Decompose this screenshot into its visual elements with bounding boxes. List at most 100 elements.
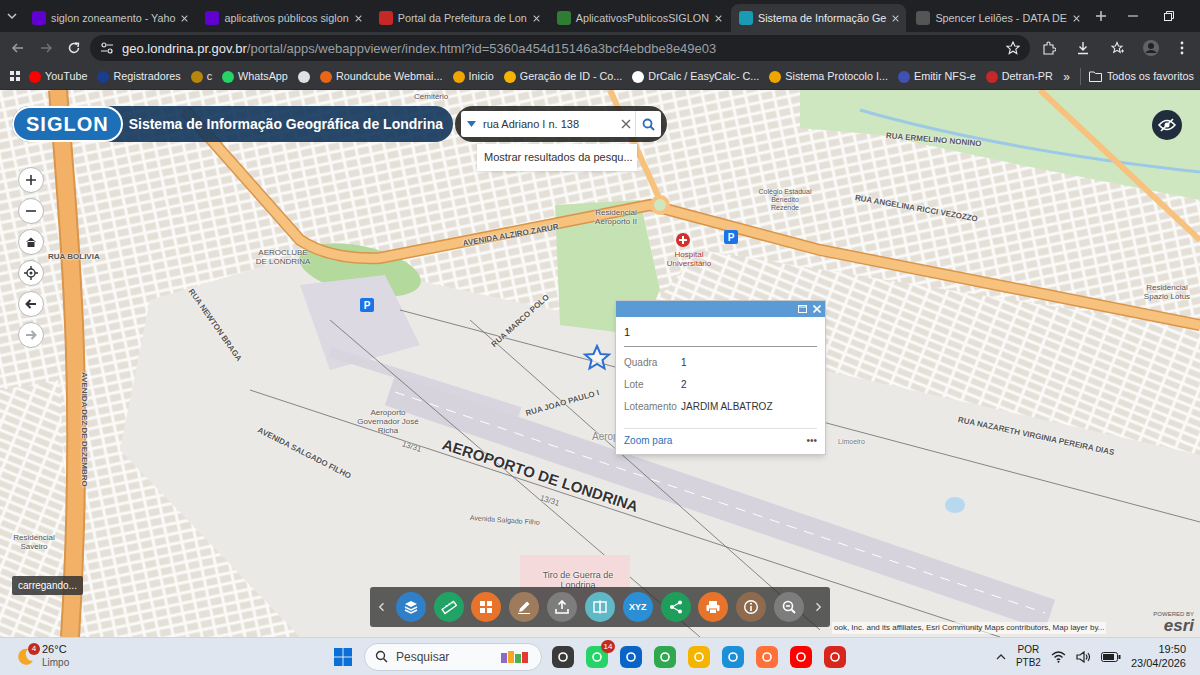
search-widget: Mostrar resultados da pesqu... [455, 106, 667, 142]
search-input[interactable] [483, 116, 617, 133]
restore-icon[interactable] [1151, 0, 1187, 32]
tool-button[interactable]: XYZ [623, 592, 653, 622]
tool-button[interactable] [661, 592, 691, 622]
close-popup-icon[interactable] [813, 305, 821, 313]
address-field[interactable]: geo.londrina.pr.gov.br/portal/apps/webap… [90, 35, 1030, 61]
more-bookmarks[interactable]: » [1063, 68, 1070, 86]
close-window-icon[interactable] [1187, 0, 1200, 32]
tab-close-icon[interactable] [1072, 14, 1081, 23]
tool-button[interactable] [471, 592, 501, 622]
tool-button[interactable] [434, 592, 464, 622]
taskbar-app[interactable] [652, 644, 678, 670]
map-label: Residencial Spazio Lotus [1140, 283, 1194, 301]
taskbar-search[interactable]: Pesquisar [364, 643, 542, 671]
popup-more[interactable]: ••• [806, 433, 817, 448]
hide-eye-icon[interactable] [1152, 110, 1182, 140]
tool-button[interactable] [509, 592, 539, 622]
bookmark-item[interactable]: DrCalc / EasyCalc- C... [627, 66, 764, 88]
siglon-logo[interactable]: SIGLON [12, 106, 123, 142]
search-suggestion[interactable]: Mostrar resultados da pesqu... [477, 144, 637, 171]
zoom-out-icon[interactable] [18, 198, 44, 224]
next-extent-icon[interactable] [18, 322, 44, 348]
field-label: Quadra [624, 355, 681, 370]
browser-tab[interactable]: Portal da Prefeitura de Lon [371, 4, 547, 32]
taskbar-app[interactable] [550, 644, 576, 670]
windows-start-icon[interactable] [330, 644, 356, 670]
basemap[interactable] [0, 90, 1200, 637]
profile-icon[interactable] [1136, 36, 1166, 60]
tool-button[interactable] [736, 592, 766, 622]
previous-extent-icon[interactable] [18, 291, 44, 317]
tab-close-icon[interactable] [354, 14, 363, 23]
new-tab-icon[interactable] [1087, 0, 1115, 32]
bookmark-item[interactable]: Registradores [92, 66, 185, 88]
bookmark-item[interactable]: Inicio [448, 66, 499, 88]
battery-icon[interactable] [1101, 651, 1121, 663]
search-icon[interactable] [635, 111, 661, 137]
back-icon[interactable] [6, 36, 30, 60]
map-label: 13/31 [539, 494, 561, 508]
bookmark-item[interactable]: WhatsApp [217, 66, 293, 88]
bookmarks-icon[interactable] [1102, 36, 1132, 60]
map-label: RUA NEWTON BRAGA [187, 288, 243, 363]
bookmark-star-icon[interactable] [1006, 41, 1020, 55]
bookmark-item[interactable]: c [186, 66, 217, 88]
tab-close-icon[interactable] [532, 14, 541, 23]
tool-button[interactable] [585, 592, 615, 622]
map-view[interactable]: AEROPORTO DE LONDRINAAVENIDA ALZIRO ZARU… [0, 90, 1200, 637]
browser-tab[interactable]: Sistema de Informação Ge [731, 4, 906, 32]
download-icon[interactable] [1068, 36, 1098, 60]
apps-icon[interactable] [6, 71, 24, 82]
reload-icon[interactable] [62, 36, 86, 60]
all-bookmarks[interactable]: Todos os favoritos [1080, 68, 1194, 84]
tab-close-icon[interactable] [714, 14, 723, 23]
browser-tab[interactable]: siglon zoneamento - Yaho [24, 4, 195, 32]
volume-icon[interactable] [1076, 651, 1091, 663]
bookmark-list: YouTubeRegistradorescWhatsApp Roundcube W… [24, 66, 1058, 88]
search-source-icon[interactable] [461, 121, 483, 127]
tool-button[interactable] [698, 592, 728, 622]
input-language[interactable]: POR PTB2 [1016, 644, 1041, 669]
clock[interactable]: 19:50 23/04/2026 [1131, 643, 1186, 671]
tool-button[interactable] [774, 592, 804, 622]
taskbar-app[interactable] [788, 644, 814, 670]
print-icon [705, 599, 721, 615]
browser-tab[interactable]: AplicativosPublicosSIGLON [549, 4, 729, 32]
taskbar-app[interactable] [822, 644, 848, 670]
tab-close-icon[interactable] [180, 14, 189, 23]
maximize-icon[interactable] [798, 305, 807, 313]
taskbar-app[interactable] [686, 644, 712, 670]
browser-tab[interactable]: Spencer Leilões - DATA DE [908, 4, 1087, 32]
zoom-to-link[interactable]: Zoom para [624, 433, 672, 448]
bookmark-item[interactable]: YouTube [24, 66, 92, 88]
bookmark-item[interactable]: Geração de ID - Co... [499, 66, 628, 88]
taskbar-app[interactable] [618, 644, 644, 670]
zoom-in-icon[interactable] [18, 167, 44, 193]
minimize-icon[interactable] [1115, 0, 1151, 32]
tool-button[interactable] [396, 592, 426, 622]
bookmark-item[interactable]: Emitir NFS-e [893, 66, 981, 88]
wifi-icon[interactable] [1051, 651, 1066, 663]
window-controls [1115, 0, 1200, 32]
bookmark-item[interactable]: Detran-PR [981, 66, 1058, 88]
menu-icon[interactable] [1170, 36, 1194, 60]
tool-button[interactable] [547, 592, 577, 622]
home-icon[interactable] [18, 229, 44, 255]
tab-close-icon[interactable] [891, 14, 900, 23]
taskbar-app[interactable] [754, 644, 780, 670]
site-info-icon[interactable] [100, 41, 114, 55]
browser-tab[interactable]: aplicativos públicos siglon [197, 4, 368, 32]
bookmark-item[interactable]: Roundcube Webmai... [315, 66, 448, 88]
tab-search-icon[interactable] [0, 0, 24, 32]
tray-chevron-icon[interactable] [996, 654, 1006, 660]
taskbar-app[interactable] [720, 644, 746, 670]
extensions-icon[interactable] [1034, 36, 1064, 60]
map-label: AVENIDA SALGADO FILHO [256, 426, 352, 480]
weather-widget[interactable]: 4 26°C Limpo [0, 643, 330, 669]
bookmark-item[interactable] [293, 66, 315, 88]
clear-icon[interactable] [617, 119, 635, 129]
locate-icon[interactable] [18, 260, 44, 286]
bookmark-item[interactable]: Sistema Protocolo I... [764, 66, 893, 88]
taskbar-app[interactable]: 14 [584, 644, 610, 670]
forward-icon[interactable] [34, 36, 58, 60]
